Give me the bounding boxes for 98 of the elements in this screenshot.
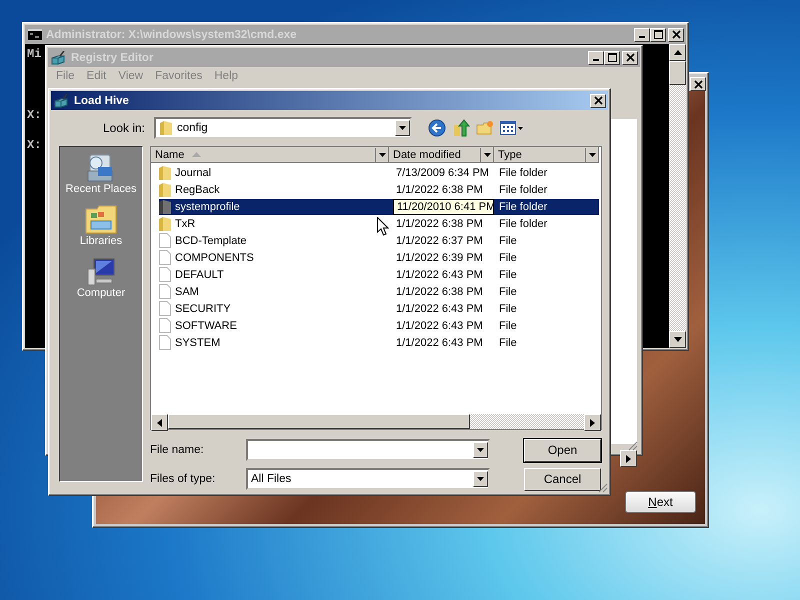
- column-header[interactable]: Name: [151, 147, 389, 163]
- type-cell-text: File folder: [498, 216, 548, 232]
- type-cell-text: File: [498, 284, 518, 300]
- type-cell-text: File folder: [498, 166, 548, 180]
- open-button[interactable]: Open: [524, 438, 601, 462]
- date-cell-text: 7/13/2009 6:34 PM: [395, 166, 490, 180]
- type-cell: File folder: [494, 198, 599, 214]
- maximize-icon: [608, 53, 616, 62]
- dropdown-arrow-icon: [484, 152, 490, 156]
- date-cell-text: 1/1/2022 6:43 PM: [395, 268, 484, 282]
- right-arrow-icon: [590, 418, 595, 426]
- dropdown-arrow-icon: [399, 126, 406, 130]
- console-text: Mi: [27, 47, 42, 62]
- date-cell-text: 1/1/2022 6:39 PM: [395, 250, 484, 266]
- dropdown-arrow-icon: [477, 448, 484, 452]
- file-icon: [159, 284, 171, 299]
- left-arrow-icon: [157, 418, 162, 426]
- resize-grip-icon[interactable]: [626, 439, 638, 451]
- date-cell-text: 1/1/2022 6:37 PM: [395, 234, 484, 248]
- file-icon: [159, 301, 171, 316]
- file-row[interactable]: SECURITY: [159, 300, 393, 316]
- vertical-scrollbar[interactable]: [669, 44, 686, 348]
- file-row[interactable]: SYSTEM: [159, 334, 393, 350]
- registry-icon: [54, 94, 70, 108]
- dialog-title: Load Hive: [74, 94, 129, 106]
- registry-icon: [51, 50, 67, 64]
- folder-icon: [159, 182, 171, 197]
- type-cell-text: File: [498, 250, 518, 266]
- look-in-label: Look in:: [102, 121, 146, 135]
- file-row[interactable]: SAM: [159, 284, 393, 300]
- computer-icon: [86, 257, 116, 287]
- type-cell-text: File: [498, 302, 518, 316]
- folder-icon: [159, 216, 171, 231]
- resize-grip-icon[interactable]: [596, 481, 608, 493]
- files-of-type-dropdown[interactable]: All Files: [246, 468, 490, 490]
- file-row[interactable]: SOFTWARE: [159, 318, 393, 334]
- column-header[interactable]: Date modified: [389, 147, 494, 163]
- places-item[interactable]: Computer: [76, 257, 126, 299]
- close-icon: [694, 80, 702, 88]
- file-row[interactable]: BCD-Template: [159, 232, 393, 248]
- console-icon: [28, 29, 42, 40]
- close-icon: [594, 96, 602, 105]
- dark-folder-icon: [159, 199, 171, 214]
- type-cell-text: File: [498, 336, 518, 350]
- up-folder-icon[interactable]: [452, 119, 470, 137]
- date-cell-text: 1/1/2022 6:38 PM: [395, 182, 484, 198]
- type-cell-text: File folder: [498, 182, 548, 198]
- close-icon: [626, 53, 634, 62]
- file-row[interactable]: Journal: [159, 164, 393, 180]
- type-cell-text: File: [498, 318, 518, 334]
- column-header[interactable]: Type: [494, 147, 599, 163]
- console-text: X:: [27, 108, 42, 123]
- type-cell-text: File: [498, 234, 518, 248]
- view-menu-button[interactable]: [500, 121, 524, 135]
- file-icon: [159, 267, 171, 282]
- scroll-thumb[interactable]: [669, 61, 686, 85]
- file-row[interactable]: RegBack: [159, 182, 393, 198]
- file-row[interactable]: TxR: [159, 216, 393, 232]
- date-cell-text: 1/1/2022 6:43 PM: [395, 302, 484, 316]
- file-name-field[interactable]: [246, 439, 490, 461]
- date-cell-text: 1/1/2022 6:38 PM: [395, 216, 484, 232]
- date-cell-text: 1/1/2022 6:43 PM: [395, 336, 484, 350]
- horizontal-scrollbar[interactable]: [151, 414, 601, 429]
- file-row[interactable]: systemprofile: [159, 198, 393, 214]
- date-cell-text: 1/1/2022 6:38 PM: [395, 284, 484, 300]
- close-button[interactable]: [590, 94, 606, 108]
- library-folder-icon: [85, 205, 117, 235]
- cancel-button[interactable]: Cancel: [524, 468, 601, 490]
- places-item[interactable]: Libraries: [80, 205, 122, 247]
- folder-icon: [159, 120, 173, 136]
- places-item[interactable]: Recent Places: [66, 153, 136, 195]
- file-row[interactable]: DEFAULT: [159, 266, 393, 282]
- right-arrow-icon: [626, 454, 631, 462]
- close-icon: [672, 30, 680, 39]
- dropdown-arrow-icon: [477, 477, 484, 481]
- date-cell-text: 1/1/2022 6:43 PM: [395, 318, 484, 334]
- files-of-type-label: Files of type:: [150, 473, 216, 485]
- console-text: X:: [27, 138, 42, 153]
- down-arrow-icon: [674, 337, 682, 342]
- file-icon: [159, 318, 171, 333]
- sort-arrow-icon: [192, 152, 202, 157]
- file-name-label: File name:: [150, 444, 205, 456]
- file-icon: [159, 335, 171, 350]
- file-row[interactable]: COMPONENTS: [159, 250, 393, 266]
- next-button[interactable]: Next: [625, 491, 696, 513]
- file-icon: [159, 233, 171, 248]
- file-icon: [159, 250, 171, 265]
- dropdown-arrow-icon: [378, 152, 386, 156]
- maximize-icon: [654, 30, 662, 39]
- folder-icon: [159, 165, 171, 180]
- mouse-pointer-icon: [377, 217, 389, 236]
- look-in-dropdown[interactable]: config: [154, 117, 412, 139]
- dropdown-arrow-icon: [588, 152, 596, 156]
- back-icon[interactable]: [428, 119, 446, 137]
- type-cell-text: File: [498, 268, 518, 282]
- view-grid-icon: [500, 121, 524, 135]
- close-button[interactable]: [690, 77, 706, 91]
- up-arrow-icon: [674, 50, 682, 55]
